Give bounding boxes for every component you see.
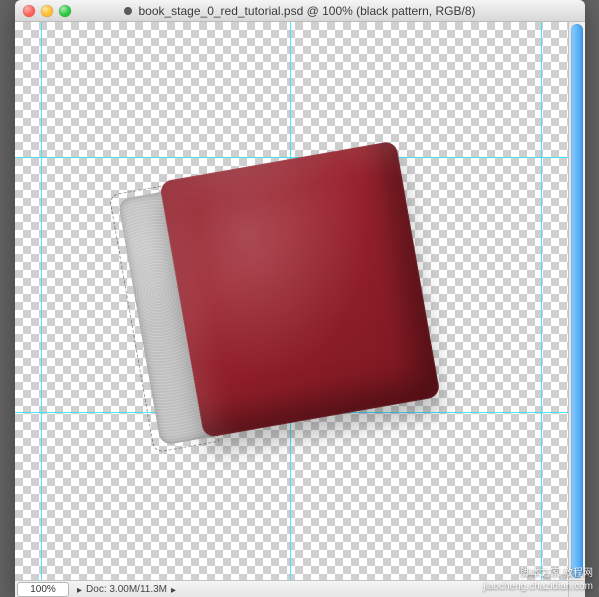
traffic-lights xyxy=(23,5,71,17)
zoom-value: 100% xyxy=(30,584,56,595)
window-title: book_stage_0_red_tutorial.psd @ 100% (bl… xyxy=(15,4,585,18)
modified-indicator-icon xyxy=(124,7,132,15)
doc-size-text: Doc: 3.00M/11.3M xyxy=(86,584,167,595)
canvas[interactable] xyxy=(15,22,568,580)
minimize-icon[interactable] xyxy=(41,5,53,17)
vertical-scrollbar[interactable] xyxy=(568,22,585,580)
scrollbar-corner xyxy=(568,580,585,597)
close-icon[interactable] xyxy=(23,5,35,17)
window-title-text: book_stage_0_red_tutorial.psd @ 100% (bl… xyxy=(138,4,475,18)
canvas-area: 100% ▸ Doc: 3.00M/11.3M ▸ xyxy=(15,22,585,597)
doc-info[interactable]: ▸ Doc: 3.00M/11.3M ▸ xyxy=(77,584,176,595)
artwork-book[interactable] xyxy=(124,140,447,455)
book-cover xyxy=(159,140,441,438)
zoom-field[interactable]: 100% xyxy=(17,582,69,597)
titlebar[interactable]: book_stage_0_red_tutorial.psd @ 100% (bl… xyxy=(15,0,585,22)
document-window: book_stage_0_red_tutorial.psd @ 100% (bl… xyxy=(15,0,585,597)
zoom-icon[interactable] xyxy=(59,5,71,17)
guide-vertical[interactable] xyxy=(541,22,542,580)
status-bar: 100% ▸ Doc: 3.00M/11.3M ▸ xyxy=(15,580,568,597)
popup-indicator-icon: ▸ xyxy=(77,585,82,596)
guide-vertical[interactable] xyxy=(41,22,42,580)
chevron-right-icon: ▸ xyxy=(171,585,176,596)
scrollbar-thumb[interactable] xyxy=(571,24,583,578)
